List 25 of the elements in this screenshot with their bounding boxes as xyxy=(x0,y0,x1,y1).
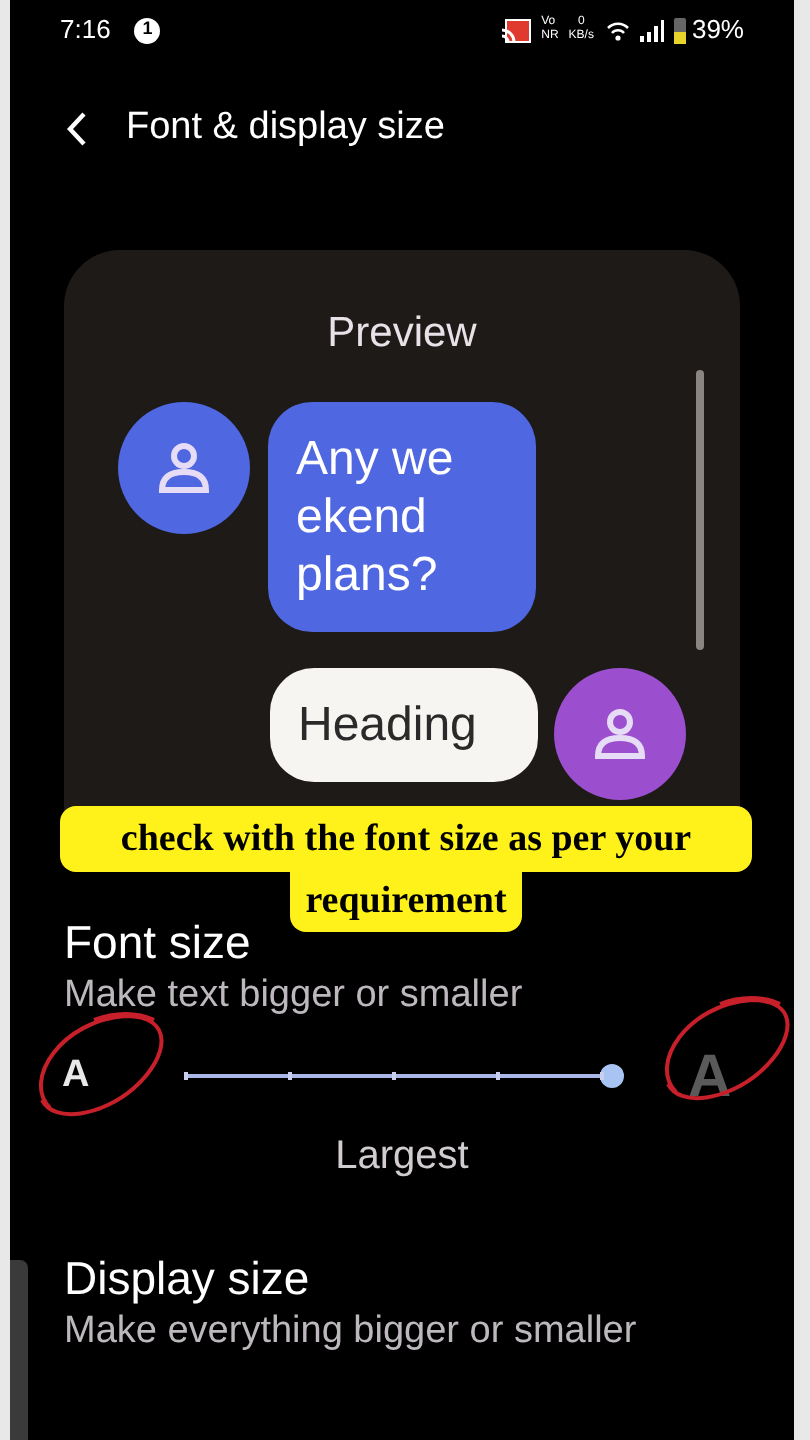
message-text: Any we ekend plans? xyxy=(296,431,454,601)
battery-percent: 39% xyxy=(691,12,744,49)
section-title: Display size xyxy=(64,1250,312,1306)
page-title: Font & display size xyxy=(126,103,445,152)
section-title: Font size xyxy=(64,914,253,970)
slider-thumb[interactable] xyxy=(600,1064,624,1088)
caption-text: requirement xyxy=(289,872,523,932)
battery-icon xyxy=(673,17,686,43)
font-size-slider[interactable] xyxy=(184,1062,624,1090)
small-font-label: A xyxy=(62,1053,90,1096)
notification-badge: 1 xyxy=(134,17,161,43)
person-icon xyxy=(154,437,214,497)
message-text: Heading xyxy=(298,697,477,751)
signal-icon xyxy=(639,19,664,41)
preview-title: Preview xyxy=(327,308,477,360)
person-icon xyxy=(590,703,650,763)
slider-value: Largest xyxy=(335,1132,469,1182)
status-time: 7:16 xyxy=(60,12,111,49)
section-subtitle: Make everything bigger or smaller xyxy=(64,1308,639,1356)
caption-text: check with the font size as per your xyxy=(60,806,752,872)
wifi-icon xyxy=(605,19,630,41)
back-icon xyxy=(66,111,86,145)
large-font-label: A xyxy=(688,1043,732,1109)
section-subtitle: Make text bigger or smaller xyxy=(64,972,525,1020)
cast-icon xyxy=(499,17,532,43)
